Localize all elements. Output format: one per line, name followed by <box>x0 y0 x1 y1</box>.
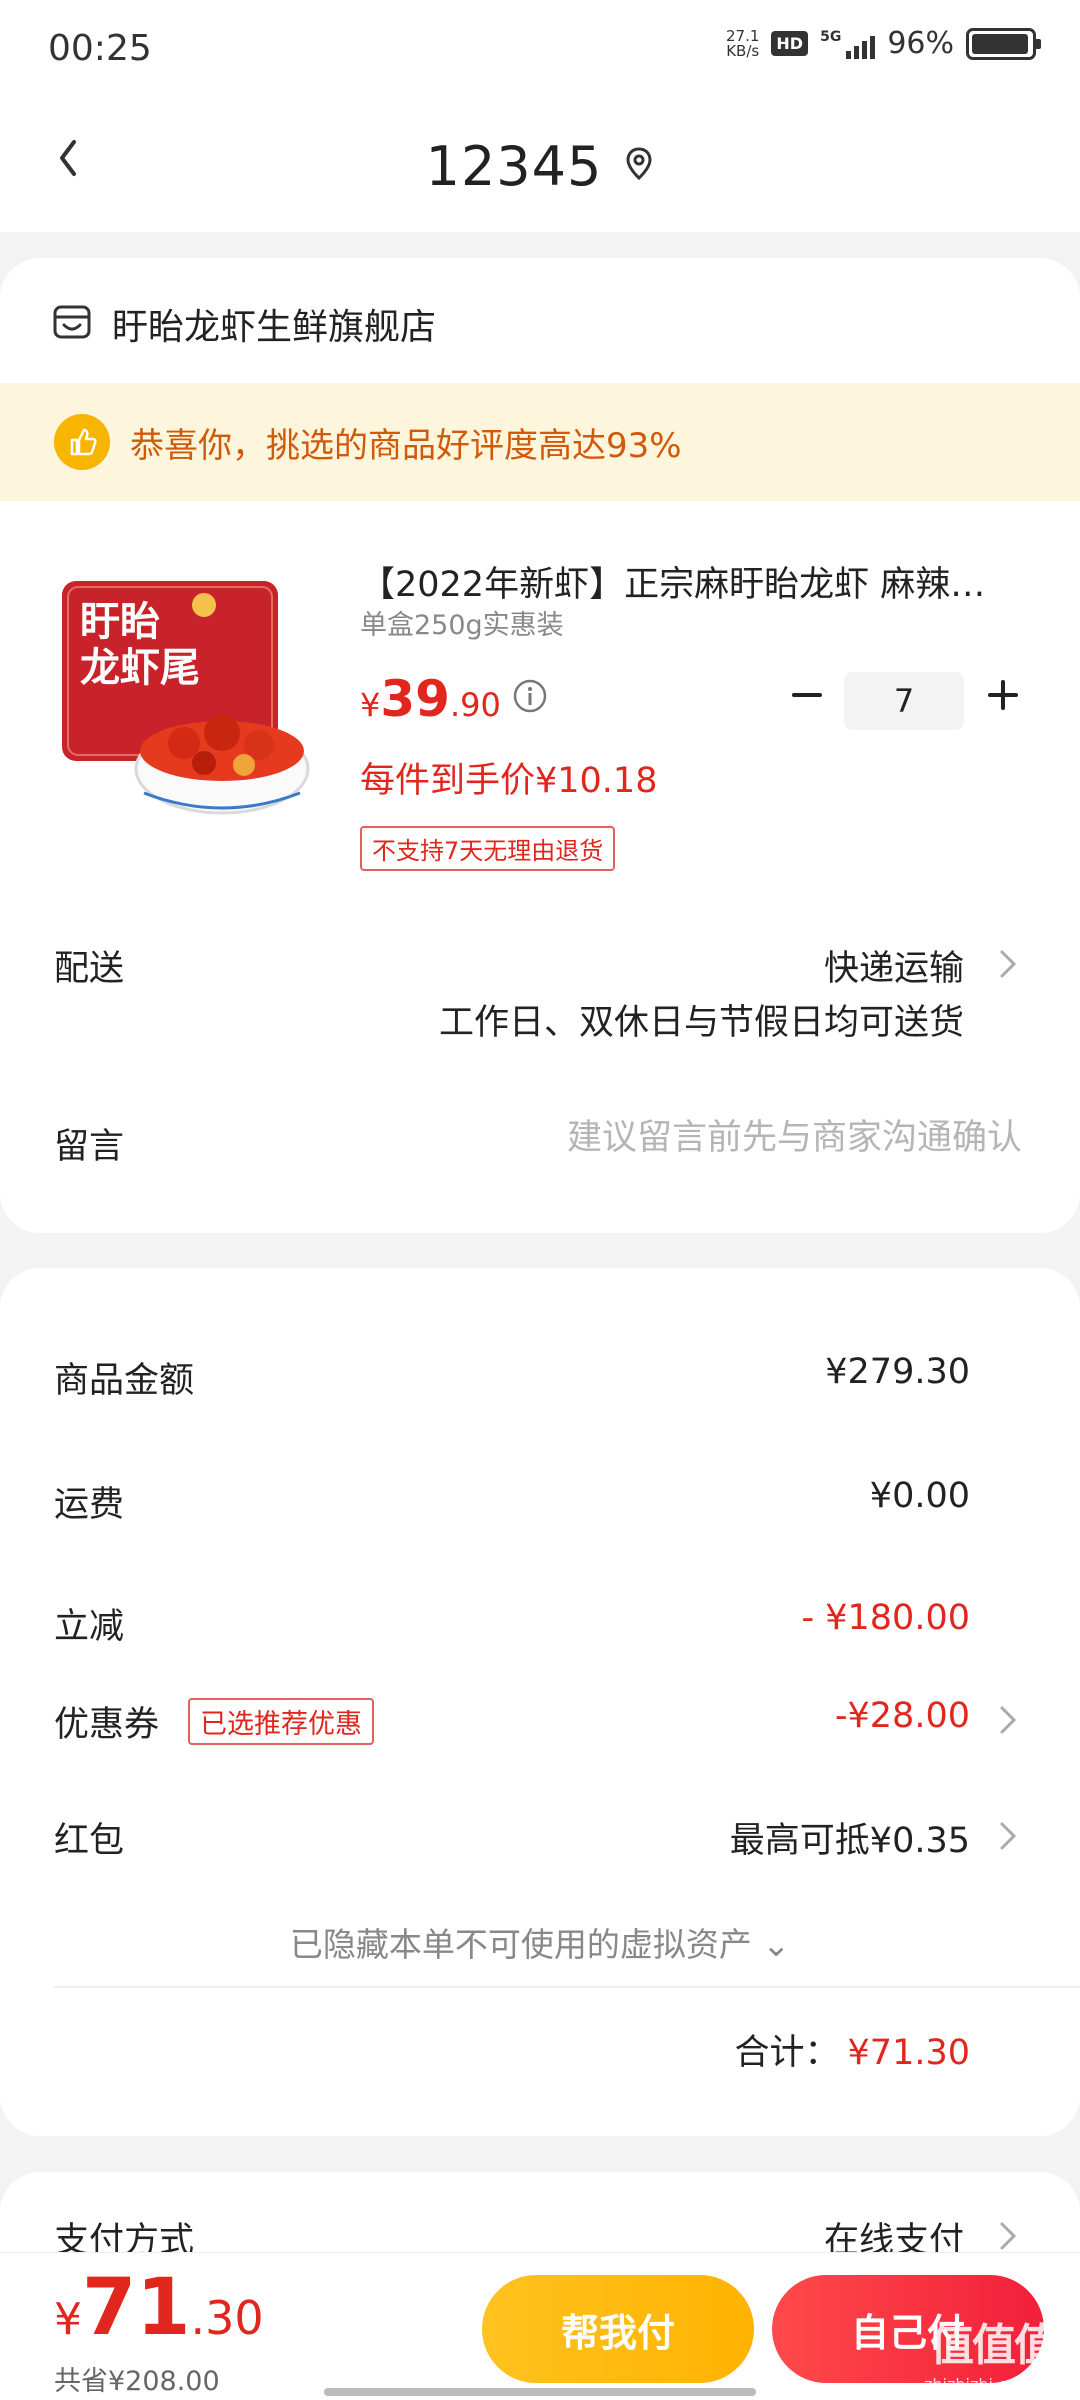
product-variant: 单盒250g实惠装 <box>360 610 564 641</box>
product-price: ¥ 39 .90 <box>360 670 501 728</box>
info-icon[interactable] <box>512 678 548 718</box>
coupon-tag: 已选推荐优惠 <box>188 1698 374 1745</box>
coupon-label: 优惠券 <box>54 1705 160 1745</box>
battery-icon <box>966 27 1041 60</box>
help-me-pay-button[interactable]: 帮我付 <box>482 2275 754 2383</box>
divider <box>54 1986 1080 1988</box>
signal-icon: 5G <box>820 29 876 59</box>
total-label: 合计： <box>734 2033 840 2073</box>
delivery-note: 工作日、双休日与节假日均可送货 <box>438 1003 964 1043</box>
quantity-minus-button[interactable] <box>782 670 832 720</box>
status-icons: 27.1 KB/s HD 5G 96% <box>726 26 1041 61</box>
nav-bar: 12345 <box>0 100 1080 232</box>
product-title[interactable]: 【2022年新虾】正宗麻盱眙龙虾 麻辣小龙虾尾 <box>360 556 1020 607</box>
order-item-card: 盱眙龙虾生鲜旗舰店 恭喜你，挑选的商品好评度高达93% 盱眙 龙虾尾 【2022… <box>0 258 1080 1233</box>
goods-amount-label: 商品金额 <box>54 1361 195 1401</box>
battery-fill <box>972 33 1028 54</box>
goods-amount-value: ¥279.30 <box>825 1352 970 1392</box>
order-confirm-screen: 00:25 27.1 KB/s HD 5G 96% 12345 盱眙龙虾生鲜旗舰… <box>0 0 1080 2400</box>
rating-banner: 恭喜你，挑选的商品好评度高达93% <box>0 383 1080 501</box>
shipping-value: ¥0.00 <box>869 1476 970 1516</box>
page-title: 12345 <box>425 134 603 198</box>
thumbs-up-icon <box>54 414 110 470</box>
battery-percent: 96% <box>887 26 954 61</box>
product-image[interactable]: 盱眙 龙虾尾 <box>54 573 314 823</box>
status-bar: 00:25 27.1 KB/s HD 5G 96% <box>0 0 1080 100</box>
shipping-label: 运费 <box>54 1485 125 1525</box>
chevron-right-icon[interactable] <box>992 1700 1022 1740</box>
chevron-right-icon[interactable] <box>992 944 1022 984</box>
no-return-tag: 不支持7天无理由退货 <box>360 826 616 871</box>
discount-value: - ¥180.00 <box>801 1598 971 1638</box>
home-indicator[interactable] <box>324 2388 756 2396</box>
red-packet-label: 红包 <box>54 1821 125 1861</box>
saved-amount: 共省¥208.00 <box>54 2366 220 2397</box>
store-icon <box>52 303 92 345</box>
quantity-value[interactable]: 7 <box>844 672 964 730</box>
nav-title-group: 12345 <box>0 100 1080 232</box>
watermark-url: zhizhizhi.com <box>924 2375 1033 2394</box>
chevron-right-icon[interactable] <box>992 1816 1022 1856</box>
svg-text:盱眙: 盱眙 <box>80 599 160 645</box>
store-row[interactable]: 盱眙龙虾生鲜旗舰店 <box>52 298 436 350</box>
message-input[interactable] <box>462 1113 1022 1163</box>
location-pin-icon[interactable] <box>624 146 654 186</box>
hd-icon: HD <box>771 31 809 56</box>
network-speed: 27.1 KB/s <box>726 26 760 60</box>
delivery-label: 配送 <box>54 949 125 989</box>
coupon-value[interactable]: -¥28.00 <box>835 1696 970 1736</box>
discount-label: 立减 <box>54 1607 125 1647</box>
hidden-assets-toggle[interactable]: 已隐藏本单不可使用的虚拟资产 ⌄ <box>0 1918 1080 1966</box>
store-name: 盱眙龙虾生鲜旗舰店 <box>112 307 437 348</box>
total-value: ¥71.30 <box>847 2033 970 2073</box>
checkout-bar: ¥ 71 .30 共省¥208.00 帮我付 自己付 值值值 zhizhizhi… <box>0 2252 1080 2400</box>
svg-text:龙虾尾: 龙虾尾 <box>80 645 200 691</box>
total-row: 合计： ¥71.30 <box>735 2024 970 2075</box>
watermark-logo: 值值值 <box>930 2320 1058 2371</box>
rating-banner-text: 恭喜你，挑选的商品好评度高达93% <box>130 425 682 466</box>
checkout-price: ¥ 71 .30 <box>54 2263 264 2353</box>
message-label: 留言 <box>54 1127 125 1167</box>
red-packet-value[interactable]: 最高可抵¥0.35 <box>730 1812 970 1863</box>
chevron-right-icon[interactable] <box>992 2216 1022 2256</box>
status-time: 00:25 <box>48 28 152 69</box>
unit-price: 每件到手价¥10.18 <box>360 761 658 801</box>
fee-summary-card: 商品金额 ¥279.30 运费 ¥0.00 立减 - ¥180.00 优惠券 已… <box>0 1268 1080 2136</box>
delivery-method[interactable]: 快递运输 <box>824 940 964 991</box>
quantity-plus-button[interactable] <box>978 670 1028 720</box>
